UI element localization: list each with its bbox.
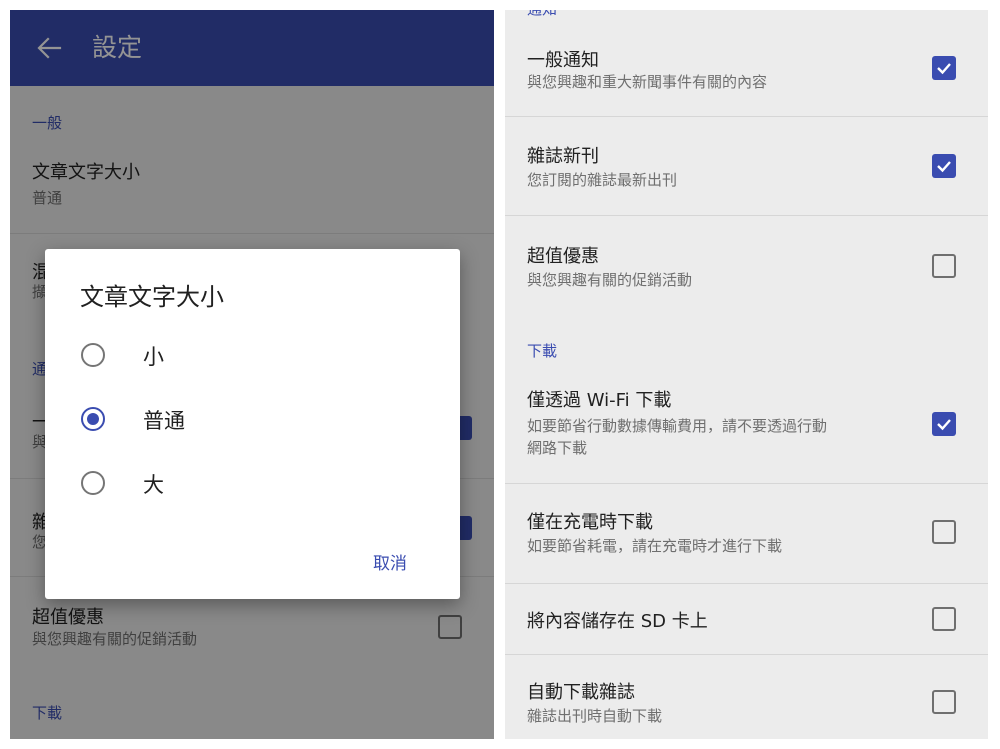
checkbox-unchecked[interactable] <box>932 254 956 278</box>
section-header-download: 下載 <box>527 342 558 360</box>
divider <box>505 215 988 216</box>
option-label: 小 <box>143 345 164 369</box>
option-label: 大 <box>143 473 164 497</box>
radio-unselected-icon[interactable] <box>81 471 105 495</box>
check-icon <box>937 419 951 431</box>
setting-title: 雜誌新刊 <box>527 146 599 167</box>
setting-subtitle: 雜誌出刊時自動下載 <box>527 707 663 725</box>
checkbox-unchecked[interactable] <box>932 607 956 631</box>
setting-title: 僅在充電時下載 <box>527 512 653 533</box>
dialog-title: 文章文字大小 <box>80 283 224 311</box>
left-settings-screen: 設定 一般 文章文字大小 普通 混 擷 通 一 與 雜 您 超值優惠 與您興趣有… <box>10 10 494 739</box>
setting-sd-card[interactable]: 將內容儲存在 SD 卡上 <box>505 607 988 637</box>
checkbox-checked[interactable] <box>932 154 956 178</box>
setting-subtitle-line2: 網路下載 <box>527 439 588 457</box>
radio-selected-icon[interactable] <box>81 407 105 431</box>
setting-subtitle: 如要節省耗電，請在充電時才進行下載 <box>527 537 783 555</box>
setting-magazine-new[interactable]: 雜誌新刊 您訂閱的雜誌最新出刊 <box>505 142 988 202</box>
right-settings-screen: 通知 一般通知 與您興趣和重大新聞事件有關的內容 雜誌新刊 您訂閱的雜誌最新出刊… <box>505 10 988 739</box>
setting-title: 自動下載雜誌 <box>527 682 635 703</box>
divider <box>505 583 988 584</box>
section-header-notify: 通知 <box>527 10 557 19</box>
option-small[interactable]: 小 <box>45 331 460 379</box>
check-icon <box>937 161 951 173</box>
divider <box>505 654 988 655</box>
divider <box>505 116 988 117</box>
setting-auto-download[interactable]: 自動下載雜誌 雜誌出刊時自動下載 <box>505 678 988 738</box>
checkbox-unchecked[interactable] <box>932 520 956 544</box>
checkbox-checked[interactable] <box>932 412 956 436</box>
setting-title: 僅透過 Wi-Fi 下載 <box>527 390 672 411</box>
check-icon <box>937 63 951 75</box>
cancel-button[interactable]: 取消 <box>373 549 407 574</box>
font-size-dialog: 文章文字大小 小 普通 大 取消 <box>45 249 460 599</box>
setting-subtitle: 如要節省行動數據傳輸費用，請不要透過行動 <box>527 417 828 435</box>
setting-subtitle: 與您興趣和重大新聞事件有關的內容 <box>527 73 768 91</box>
checkbox-checked[interactable] <box>932 56 956 80</box>
setting-title: 將內容儲存在 SD 卡上 <box>527 611 708 632</box>
setting-deals[interactable]: 超值優惠 與您興趣有關的促銷活動 <box>505 242 988 302</box>
setting-title: 一般通知 <box>527 50 599 71</box>
setting-subtitle: 您訂閱的雜誌最新出刊 <box>527 171 678 189</box>
option-normal[interactable]: 普通 <box>45 395 460 443</box>
setting-title: 超值優惠 <box>527 246 599 267</box>
option-label: 普通 <box>143 409 185 433</box>
radio-unselected-icon[interactable] <box>81 343 105 367</box>
divider <box>505 483 988 484</box>
setting-charging-only[interactable]: 僅在充電時下載 如要節省耗電，請在充電時才進行下載 <box>505 508 988 568</box>
setting-general-notify[interactable]: 一般通知 與您興趣和重大新聞事件有關的內容 <box>505 42 988 112</box>
setting-subtitle: 與您興趣有關的促銷活動 <box>527 271 693 289</box>
checkbox-unchecked[interactable] <box>932 690 956 714</box>
setting-wifi-only[interactable]: 僅透過 Wi-Fi 下載 如要節省行動數據傳輸費用，請不要透過行動 網路下載 <box>505 386 988 466</box>
option-large[interactable]: 大 <box>45 459 460 507</box>
